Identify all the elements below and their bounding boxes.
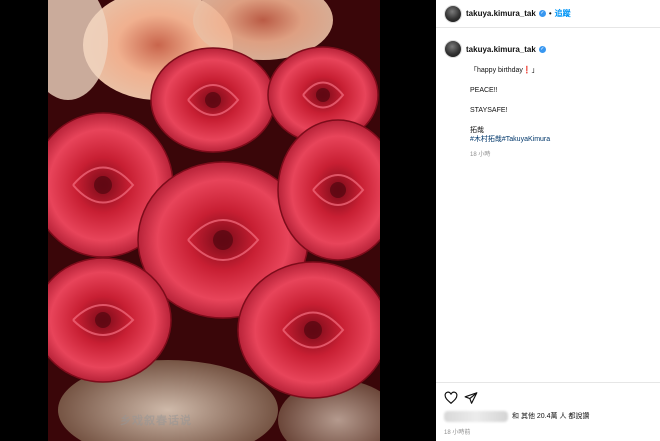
- caption-username[interactable]: takuya.kimura_tak: [466, 45, 536, 54]
- caption-header: takuya.kimura_tak ✓: [444, 40, 654, 58]
- post-time: 18 小時前: [444, 430, 471, 436]
- caption-line: STAYSAFE!: [470, 107, 508, 114]
- watermark: 乡戏叙春话说: [120, 415, 192, 427]
- verified-icon: ✓: [538, 10, 546, 17]
- blurred-username: [444, 410, 508, 422]
- hashtags-link[interactable]: #木村拓哉#TakuyaKimura: [470, 135, 650, 144]
- post-actions: 和 其他 20.4萬 人 都說讚 18 小時前: [436, 382, 660, 441]
- post-header: takuya.kimura_tak ✓ • 追蹤: [436, 0, 660, 28]
- caption-line: PEACE!!: [470, 87, 498, 94]
- caption-body: 「happy birthday❗」 PEACE!! STAYSAFE! 拓哉 #…: [470, 66, 650, 171]
- caption-line: 拓哉: [470, 127, 484, 134]
- likes-text: 和 其他 20.4萬 人 都說讚: [512, 413, 590, 420]
- username[interactable]: takuya.kimura_tak: [466, 9, 536, 18]
- roses-image: [48, 0, 380, 441]
- avatar[interactable]: [444, 4, 462, 23]
- send-icon[interactable]: [464, 391, 478, 405]
- likes-summary[interactable]: 和 其他 20.4萬 人 都說讚: [444, 409, 654, 423]
- post-photo[interactable]: [48, 0, 380, 441]
- separator: •: [548, 9, 552, 18]
- post-side-panel: takuya.kimura_tak ✓ • 追蹤 takuya.kimura_t…: [436, 0, 660, 441]
- follow-button[interactable]: 追蹤: [555, 8, 571, 19]
- caption-verified-icon: ✓: [538, 45, 546, 53]
- caption-avatar[interactable]: [444, 40, 462, 58]
- post-viewer: takuya.kimura_tak ✓ • 追蹤 takuya.kimura_t…: [0, 0, 660, 441]
- caption-line: 「happy birthday❗」: [470, 67, 539, 74]
- caption-time: 18 小時: [470, 152, 491, 158]
- heart-icon[interactable]: [444, 391, 458, 405]
